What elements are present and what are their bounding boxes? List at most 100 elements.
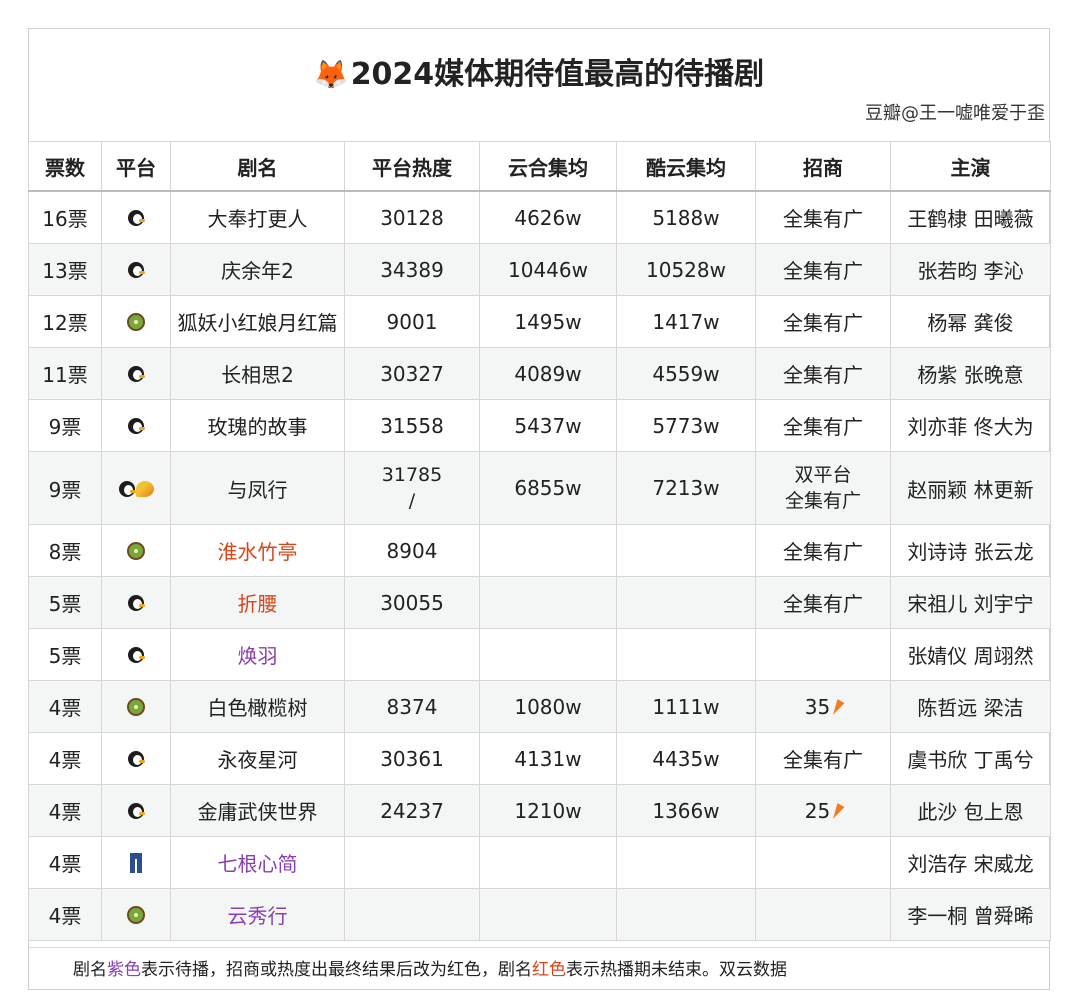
votes-cell: 4票 [28,680,102,733]
cast-cell: 宋祖儿 刘宇宁 [890,576,1051,629]
table-row: 4票 云秀行 李一桐 曾舜晞 [28,888,1051,941]
drama-cell: 玫瑰的故事 [170,399,345,452]
platform-cell [101,836,171,889]
kuyun-cell [616,628,756,681]
cast-cell: 张婧仪 周翊然 [890,628,1051,681]
drama-cell: 白色橄榄树 [170,680,345,733]
yunhe-cell [479,524,617,577]
platform-cell [101,243,171,296]
platform-cell [101,399,171,452]
penguin-icon [128,595,145,611]
heat-value-secondary: / [408,490,416,512]
platform-cell [101,680,171,733]
table-row: 5票 焕羽 张婧仪 周翊然 [28,628,1051,681]
table-frame: 🦊2024媒体期待值最高的待播剧 豆瓣@王一嘘唯爱于歪 票数 平台 剧名 平台热… [28,28,1051,990]
platform-cell [101,451,171,525]
penguin-icon [128,262,145,278]
drama-cell: 与凤行 [170,451,345,525]
penguin-icon [128,803,145,819]
ads-cell: 全集有广 [755,399,891,452]
fox-icon: 🦊 [313,58,349,91]
header-cast: 主演 [890,141,1051,192]
votes-cell: 12票 [28,295,102,348]
yunhe-cell: 5437w [479,399,617,452]
yunhe-cell: 4089w [479,347,617,400]
footer-purple-word: 紫色 [107,960,141,980]
ads-cell [755,836,891,889]
carrot-icon [829,803,845,821]
heat-cell: 31785 / [344,451,480,525]
yunhe-cell [479,628,617,681]
cast-cell: 此沙 包上恩 [890,784,1051,837]
votes-cell: 4票 [28,784,102,837]
header-drama: 剧名 [170,141,345,192]
kuyun-cell: 10528w [616,243,756,296]
drama-cell: 七根心简 [170,836,345,889]
kuyun-cell [616,888,756,941]
kuyun-cell: 5773w [616,399,756,452]
table-row: 4票 永夜星河 30361 4131w 4435w 全集有广 虞书欣 丁禹兮 [28,732,1051,785]
platform-cell [101,576,171,629]
heat-cell [344,888,480,941]
heat-cell: 8374 [344,680,480,733]
table-row: 4票 七根心简 刘浩存 宋威龙 [28,836,1051,889]
cast-cell: 陈哲远 梁洁 [890,680,1051,733]
heat-cell: 9001 [344,295,480,348]
drama-cell: 永夜星河 [170,732,345,785]
platform-cell [101,190,171,244]
header-ads: 招商 [755,141,891,192]
carrot-icon [829,699,845,717]
heat-cell: 24237 [344,784,480,837]
ads-cell: 全集有广 [755,190,891,244]
header-platform: 平台 [101,141,171,192]
kuyun-cell [616,576,756,629]
ads-cell: 全集有广 [755,524,891,577]
cast-cell: 李一桐 曾舜晞 [890,888,1051,941]
cast-cell: 杨紫 张晚意 [890,347,1051,400]
kuyun-cell: 4559w [616,347,756,400]
drama-cell: 金庸武侠世界 [170,784,345,837]
ads-cell [755,888,891,941]
heat-value: 31785 [381,464,443,486]
table-row: 8票 淮水竹亭 8904 全集有广 刘诗诗 张云龙 [28,524,1051,577]
table-row: 12票 狐妖小红娘月红篇 9001 1495w 1417w 全集有广 杨幂 龚俊 [28,295,1051,348]
heat-cell: 30128 [344,190,480,244]
yunhe-cell: 1210w [479,784,617,837]
drama-cell: 狐妖小红娘月红篇 [170,295,345,348]
heat-cell: 30327 [344,347,480,400]
cast-cell: 刘亦菲 佟大为 [890,399,1051,452]
ads-cell: 全集有广 [755,295,891,348]
drama-cell: 焕羽 [170,628,345,681]
cast-cell: 张若昀 李沁 [890,243,1051,296]
mango-icon [135,480,154,497]
table-row: 11票 长相思2 30327 4089w 4559w 全集有广 杨紫 张晚意 [28,347,1051,400]
votes-cell: 8票 [28,524,102,577]
drama-cell: 大奉打更人 [170,190,345,244]
penguin-icon [128,647,145,663]
header-kuyun: 酷云集均 [616,141,756,192]
yunhe-cell: 1495w [479,295,617,348]
ads-cell [755,628,891,681]
cast-cell: 赵丽颖 林更新 [890,451,1051,525]
votes-cell: 4票 [28,732,102,785]
kuyun-cell [616,836,756,889]
heat-cell [344,628,480,681]
kuyun-cell: 5188w [616,190,756,244]
kuyun-cell: 1366w [616,784,756,837]
footer-text-2: 表示待播，招商或热度出最终结果后改为红色，剧名 [141,960,532,980]
ads-cell: 全集有广 [755,243,891,296]
ads-cell: 全集有广 [755,732,891,785]
platform-cell [101,347,171,400]
heat-cell: 30055 [344,576,480,629]
penguin-icon [128,751,145,767]
kuyun-cell: 1417w [616,295,756,348]
heat-cell [344,836,480,889]
yunhe-cell: 4131w [479,732,617,785]
kiwi-icon [127,313,145,331]
footer-text-1: 剧名 [73,960,107,980]
title-row: 🦊2024媒体期待值最高的待播剧 豆瓣@王一嘘唯爱于歪 [29,29,1049,142]
votes-cell: 9票 [28,451,102,525]
platform-cell [101,732,171,785]
ads-cell: 全集有广 [755,347,891,400]
yunhe-cell: 6855w [479,451,617,525]
